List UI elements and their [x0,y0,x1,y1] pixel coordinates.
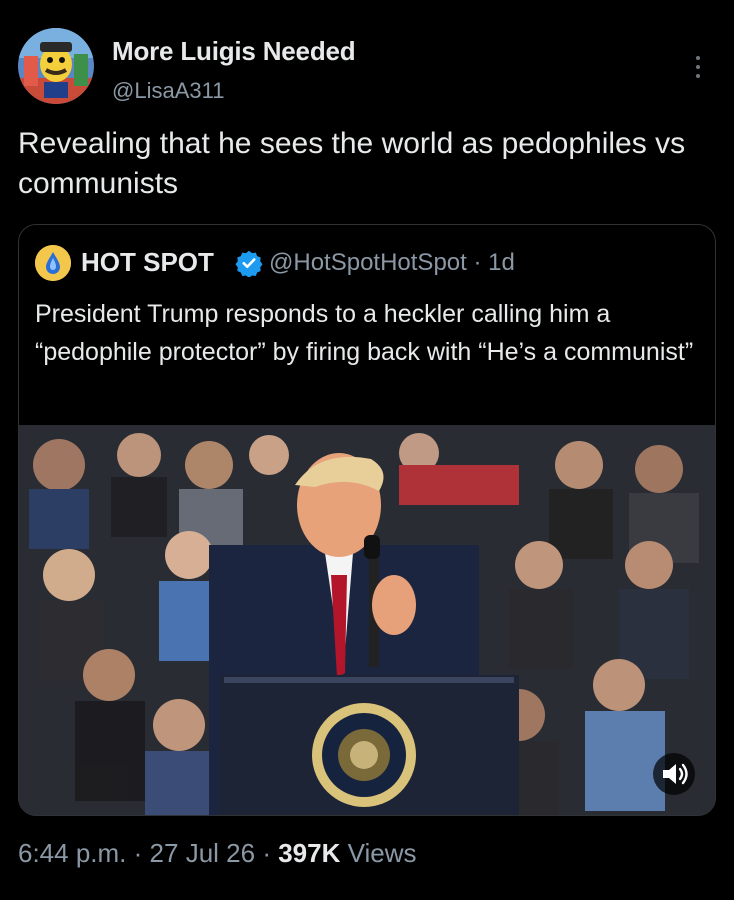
author-handle[interactable]: @LisaA311 [112,78,224,104]
quoted-author-avatar[interactable] [35,245,71,281]
quoted-author-name[interactable]: HOT SPOT [81,247,214,278]
quoted-author-handle[interactable]: @HotSpotHotSpot · 1d [269,249,515,277]
video-frame [19,425,715,815]
quoted-post[interactable]: HOT SPOT @HotSpotHotSpot · 1d President … [18,224,716,816]
post-time[interactable]: 6:44 p.m. [18,838,126,868]
author-avatar[interactable] [18,28,94,104]
quoted-post-text: President Trump responds to a heckler ca… [35,300,694,366]
speaker-volume-icon[interactable] [653,753,695,795]
post-date[interactable]: 27 Jul 26 [150,838,256,868]
post-text: Revealing that he sees the world as pedo… [18,127,686,200]
verified-badge-icon [235,249,263,278]
author-name[interactable]: More Luigis Needed [112,36,356,67]
meta-separator: · [262,838,271,868]
meta-separator: · [133,838,143,868]
video-player[interactable] [19,425,715,815]
views-count: 397K [278,838,341,868]
post-meta: 6:44 p.m. · 27 Jul 26 · 397K Views [18,838,417,869]
more-vertical-icon[interactable] [686,56,710,86]
views-label: Views [347,838,417,868]
